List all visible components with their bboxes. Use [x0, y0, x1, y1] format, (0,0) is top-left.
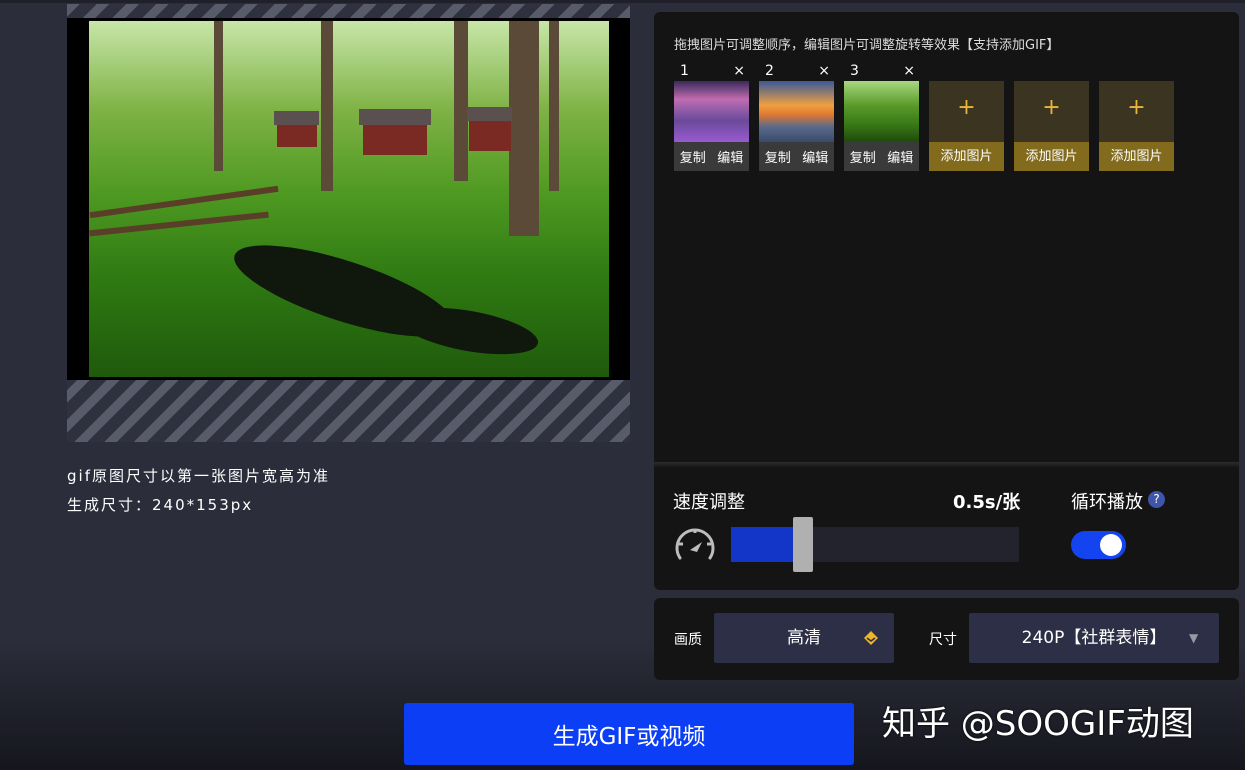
- size-select[interactable]: 240P【社群表情】 ▼: [969, 613, 1219, 663]
- add-image-label: 添加图片: [929, 142, 1004, 171]
- top-strip: [0, 0, 1245, 3]
- chevron-down-icon: ▼: [1189, 631, 1199, 645]
- creek: [396, 299, 542, 363]
- speed-slider-handle[interactable]: [793, 517, 813, 572]
- thumbnail-image: [674, 81, 749, 142]
- thumbnail-2[interactable]: 2 × 复制 编辑: [759, 63, 834, 171]
- loop-toggle[interactable]: [1071, 531, 1126, 559]
- settings-bar: 画质 高清 尺寸 240P【社群表情】 ▼: [654, 598, 1239, 680]
- tree-trunk: [321, 21, 333, 191]
- speed-slider[interactable]: [731, 517, 1019, 572]
- close-icon[interactable]: ×: [903, 63, 915, 79]
- size-rule-text: gif原图尺寸以第一张图片宽高为准: [67, 467, 330, 485]
- tree-trunk: [509, 21, 539, 236]
- panel-divider: [654, 462, 1239, 468]
- copy-button[interactable]: 复制: [680, 147, 706, 166]
- panel-hint: 拖拽图片可调整顺序，编辑图片可调整旋转等效果【支持添加GIF】: [674, 38, 1060, 53]
- bridge-rail: [89, 211, 269, 237]
- loop-label: 循环播放: [1071, 492, 1143, 513]
- house: [277, 125, 317, 147]
- thumbnail-index: 3: [850, 63, 859, 79]
- add-image-label: 添加图片: [1099, 142, 1174, 171]
- editor-panel: 拖拽图片可调整顺序，编辑图片可调整旋转等效果【支持添加GIF】 1 × 复制 编…: [654, 12, 1239, 590]
- thumbnail-3[interactable]: 3 × 复制 编辑: [844, 63, 919, 171]
- preview-area: [67, 4, 630, 442]
- preview-image: [89, 21, 609, 377]
- speedometer-icon: [675, 528, 715, 560]
- thumbnail-image: [844, 81, 919, 142]
- thumbnail-index: 2: [765, 63, 774, 79]
- copy-button[interactable]: 复制: [850, 147, 876, 166]
- generate-button[interactable]: 生成GIF或视频: [404, 703, 854, 765]
- quality-label: 画质: [674, 632, 702, 648]
- speed-value: 0.5s/张: [953, 492, 1021, 513]
- house-roof: [359, 109, 431, 125]
- house: [469, 121, 511, 151]
- watermark: 知乎 @SOOGIF动图: [882, 704, 1194, 744]
- speed-label: 速度调整: [673, 492, 745, 513]
- loop-toggle-knob: [1100, 534, 1122, 556]
- thumbnail-actions: 复制 编辑: [844, 142, 919, 171]
- house-roof: [274, 111, 319, 125]
- close-icon[interactable]: ×: [818, 63, 830, 79]
- edit-button[interactable]: 编辑: [887, 147, 913, 166]
- plus-icon: +: [957, 95, 976, 120]
- preview-canvas: [67, 18, 630, 380]
- thumbnail-actions: 复制 编辑: [759, 142, 834, 171]
- tree-trunk: [454, 21, 468, 181]
- add-image-button[interactable]: + 添加图片: [929, 81, 1004, 171]
- house-roof: [467, 107, 512, 121]
- size-label: 尺寸: [929, 632, 957, 648]
- plus-icon: +: [1042, 95, 1061, 120]
- close-icon[interactable]: ×: [733, 63, 745, 79]
- copy-button[interactable]: 复制: [765, 147, 791, 166]
- size-value: 240P【社群表情】: [1021, 628, 1167, 648]
- help-icon[interactable]: ?: [1148, 491, 1165, 508]
- edit-button[interactable]: 编辑: [717, 147, 743, 166]
- quality-select[interactable]: 高清: [714, 613, 894, 663]
- edit-button[interactable]: 编辑: [802, 147, 828, 166]
- plus-icon: +: [1127, 95, 1146, 120]
- diamond-icon: [864, 631, 878, 645]
- tree-trunk: [214, 21, 223, 171]
- thumbnail-index: 1: [680, 63, 689, 79]
- thumbnail-1[interactable]: 1 × 复制 编辑: [674, 63, 749, 171]
- quality-value: 高清: [787, 628, 821, 648]
- thumbnail-actions: 复制 编辑: [674, 142, 749, 171]
- add-image-button[interactable]: + 添加图片: [1099, 81, 1174, 171]
- output-size-text: 生成尺寸：240*153px: [67, 496, 254, 514]
- add-image-label: 添加图片: [1014, 142, 1089, 171]
- tree-trunk: [549, 21, 559, 191]
- thumbnail-image: [759, 81, 834, 142]
- add-image-button[interactable]: + 添加图片: [1014, 81, 1089, 171]
- house: [363, 125, 427, 155]
